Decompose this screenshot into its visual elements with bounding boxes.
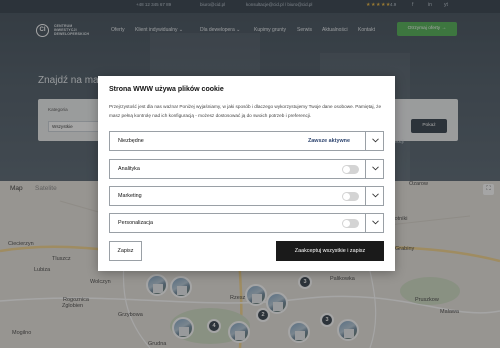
category-label: Niezbędne xyxy=(118,138,144,144)
dialog-title: Strona WWW używa plików cookie xyxy=(109,86,224,93)
cookie-consent-dialog: Strona WWW używa plików cookie Przejrzys… xyxy=(98,76,395,271)
category-label: Marketing xyxy=(118,193,142,199)
cookie-category-marketing[interactable]: Marketing xyxy=(109,186,384,206)
cookie-category-necessary[interactable]: Niezbędne Zawsze aktywne xyxy=(109,131,384,151)
always-active-status: Zawsze aktywne xyxy=(308,138,350,144)
marketing-toggle[interactable] xyxy=(342,192,359,201)
cookie-category-analytics[interactable]: Analityka xyxy=(109,159,384,179)
chevron-down-icon[interactable] xyxy=(365,132,384,150)
accept-all-button[interactable]: Zaakceptuj wszystkie i zapisz xyxy=(276,241,384,261)
analytics-toggle[interactable] xyxy=(342,165,359,174)
chevron-down-icon[interactable] xyxy=(365,214,384,232)
save-button[interactable]: Zapisz xyxy=(109,241,142,261)
category-label: Personalizacja xyxy=(118,220,154,226)
dialog-description: Przejrzystość jest dla nas ważna! Poniże… xyxy=(109,104,382,118)
cookie-category-personalization[interactable]: Personalizacja xyxy=(109,213,384,233)
chevron-down-icon[interactable] xyxy=(365,187,384,205)
chevron-down-icon[interactable] xyxy=(365,160,384,178)
personalization-toggle[interactable] xyxy=(342,219,359,228)
category-label: Analityka xyxy=(118,166,140,172)
